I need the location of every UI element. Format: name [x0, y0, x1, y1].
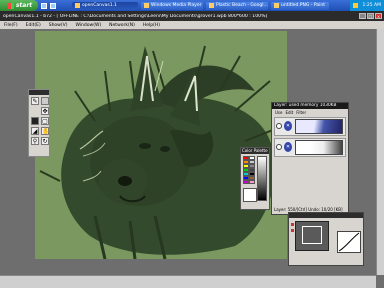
taskbar-item-media-player[interactable]: Windows Media Player: [141, 1, 203, 10]
layer-mode-icon[interactable]: ✕: [284, 121, 292, 131]
nav-zoom-icon[interactable]: [291, 223, 294, 226]
tray-icon[interactable]: [353, 3, 358, 8]
taskbar: start openCanvas1.1 Windows Media Player…: [0, 0, 384, 11]
taskbar-item-paint[interactable]: untitled.PNG - Paint: [271, 1, 329, 10]
layer-toolbar: Use Edit Filter: [272, 109, 348, 115]
close-button[interactable]: ×: [375, 13, 382, 19]
eraser-tool-icon[interactable]: ◢: [31, 127, 39, 135]
vertical-scrollbar[interactable]: [376, 29, 384, 275]
layer-menu-filter[interactable]: Filter: [296, 110, 306, 115]
start-button[interactable]: start: [0, 0, 38, 11]
quick-launch-icon[interactable]: [50, 2, 56, 9]
layer-thumbnail: [295, 119, 343, 134]
window-title: openCanvas1.1 - b72 - [ OFFLINE : C:\Doc…: [3, 13, 268, 19]
tool-palette: ✎ ✥ ▢ ◢ ✋ ⚲ ↻: [28, 89, 50, 157]
gray-scale-bar[interactable]: [257, 156, 267, 201]
move-tool-icon[interactable]: ✥: [41, 107, 49, 115]
taskbar-item-browser[interactable]: Plastic Beach - Googl...: [206, 1, 268, 10]
color-swatches: [243, 156, 255, 184]
color-palette-title[interactable]: Color Palette: [241, 148, 269, 154]
layer-mode-icon[interactable]: ✕: [284, 142, 292, 152]
app-title-bar: openCanvas1.1 - b72 - [ OFFLINE : C:\Doc…: [0, 11, 384, 21]
visibility-eye-icon[interactable]: [276, 123, 282, 129]
window-controls: _ □ ×: [359, 13, 382, 19]
rotate-tool-icon[interactable]: ↻: [41, 137, 49, 145]
minimize-button[interactable]: _: [359, 13, 366, 19]
clock: 1:25 AM: [362, 3, 382, 8]
app-icon: [209, 3, 214, 8]
zoom-tool-icon[interactable]: ⚲: [31, 137, 39, 145]
navigator-titlebar[interactable]: [289, 213, 363, 218]
select-tool-icon[interactable]: ▢: [41, 117, 49, 125]
menu-window[interactable]: Window(W): [71, 23, 105, 28]
foreground-color-swatch[interactable]: [31, 117, 39, 125]
maximize-button[interactable]: □: [367, 13, 374, 19]
app-icon: [144, 3, 149, 8]
layer-thumbnail: [295, 140, 343, 155]
menu-edit[interactable]: Edit(E): [22, 23, 45, 28]
system-tray: 1:25 AM: [350, 0, 384, 11]
navigator-panel: [288, 212, 364, 266]
drawing-canvas[interactable]: [35, 31, 287, 259]
layer-menu-use[interactable]: Use: [275, 110, 282, 115]
color-palette-panel: Color Palette: [240, 147, 270, 210]
pen-tool-icon[interactable]: ✎: [31, 97, 39, 105]
windows-flag-icon: [7, 2, 14, 9]
visibility-eye-icon[interactable]: [276, 144, 282, 150]
navigator-viewport[interactable]: [302, 226, 322, 244]
layer-row[interactable]: ✕: [274, 138, 346, 157]
curve-graph: [338, 232, 360, 252]
layer-panel: Layer: used memory 1030KB Use Edit Filte…: [271, 102, 349, 215]
color-swap-icon[interactable]: [41, 97, 49, 105]
navigator-thumbnail[interactable]: [295, 221, 329, 251]
hand-tool-icon[interactable]: ✋: [41, 127, 49, 135]
pressure-curve[interactable]: [337, 231, 361, 253]
app-icon: [75, 3, 80, 8]
app-icon: [274, 3, 279, 8]
color-swatch[interactable]: [249, 180, 255, 184]
nav-rotate-icon[interactable]: [291, 229, 294, 232]
artwork: [35, 31, 287, 259]
menu-file[interactable]: File(F): [0, 23, 22, 28]
menu-network[interactable]: Network(N): [105, 23, 139, 28]
menu-help[interactable]: Help(H): [139, 23, 164, 28]
layer-menu-edit[interactable]: Edit: [285, 110, 293, 115]
menu-bar: File(F) Edit(E) Show(V) Window(W) Networ…: [0, 21, 384, 29]
current-color-swatch[interactable]: [243, 188, 257, 202]
horizontal-scrollbar[interactable]: [0, 275, 376, 288]
menu-show[interactable]: Show(V): [45, 23, 72, 28]
quick-launch-icon[interactable]: [41, 2, 47, 9]
tool-palette-titlebar[interactable]: [29, 90, 49, 95]
layer-row[interactable]: ✕: [274, 117, 346, 136]
taskbar-item-opencanvas[interactable]: openCanvas1.1: [72, 1, 138, 10]
